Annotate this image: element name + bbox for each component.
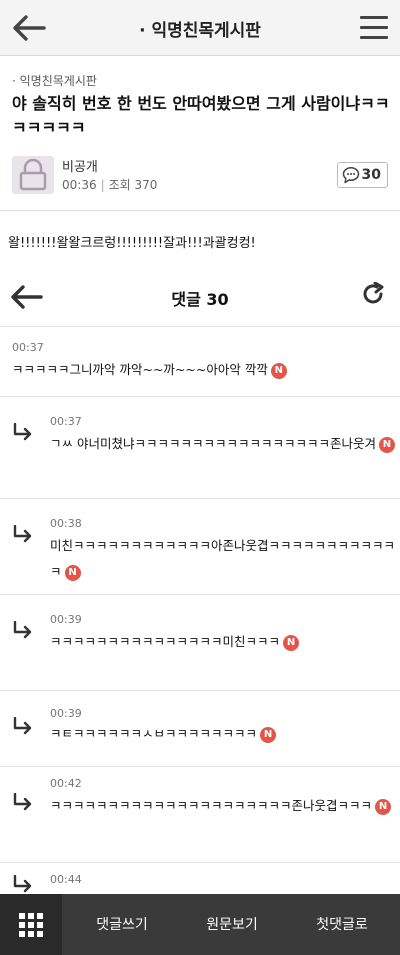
first-comment-button[interactable]: 첫댓글로 xyxy=(292,914,392,934)
reply-item: 00:39 ㅋㅌㅋㅋㅋㅋㅋㅋㅅㅂㅋㅋㅋㅋㅋㅋㅋㅋ N xyxy=(0,690,400,762)
reply-arrow-icon xyxy=(13,793,32,811)
comment-text: ㅋㅋㅋㅋㅋㅋㅋㅋㅋㅋㅋㅋㅋㅋㅋㅋㅋㅋㅋㅋㅋ존나웃겹ㅋㅋㅋ N xyxy=(50,793,400,819)
new-badge: N xyxy=(270,362,287,379)
reply-arrow-icon xyxy=(13,717,32,735)
comment-text: ㅋㅋㅋㅋㅋ그니까악 까악~~까~~~아아악 깍깍 N xyxy=(12,357,362,383)
comment-text: 미친ㅋㅋㅋㅋㅋㅋㅋㅋㅋㅋㅋㅋ아존나웃겹ㅋㅋㅋㅋㅋㅋㅋㅋㅋㅋㅋㅋ N xyxy=(50,538,396,581)
reply-arrow-icon xyxy=(13,423,32,441)
page-title: · 익명친목게시판 xyxy=(139,21,261,41)
comment-text: ㅋㅋㅋㅋㅋㅋㅋㅋㅋㅋㅋㅋㅋㅋㅋ미친ㅋㅋㅋ N xyxy=(50,629,400,655)
lock-avatar-icon xyxy=(12,156,54,194)
new-badge: N xyxy=(260,726,277,743)
comment-text: ㅋㅌㅋㅋㅋㅋㅋㅋㅅㅂㅋㅋㅋㅋㅋㅋㅋㅋ N xyxy=(50,721,400,747)
view-count: 조회 370 xyxy=(108,178,158,192)
reply-item: 00:37 ㄱㅆ 야너미쳤냐ㅋㅋㅋㅋㅋㅋㅋㅋㅋㅋㅋㅋㅋㅋㅋㅋㅋ존나웃겨 N xyxy=(0,396,400,492)
grid-menu-icon[interactable] xyxy=(0,894,62,955)
top-bar: · 익명친목게시판 xyxy=(0,0,400,56)
reply-arrow-icon xyxy=(13,621,32,639)
reply-item: 00:39 ㅋㅋㅋㅋㅋㅋㅋㅋㅋㅋㅋㅋㅋㅋㅋ미친ㅋㅋㅋ N xyxy=(0,594,400,684)
comment-time: 00:44 xyxy=(50,873,82,886)
reply-arrow-icon xyxy=(13,875,32,893)
view-original-button[interactable]: 원문보기 xyxy=(182,914,282,934)
author-row: 비공개 00:36 | 조회 370 30 xyxy=(12,156,388,196)
new-badge: N xyxy=(375,798,392,815)
comment-time: 00:38 xyxy=(50,517,82,530)
comments-title: 댓글 30 xyxy=(171,290,229,309)
reply-arrow-icon xyxy=(13,525,32,543)
author-name: 비공개 xyxy=(62,160,98,175)
reply-item: 00:42 ㅋㅋㅋㅋㅋㅋㅋㅋㅋㅋㅋㅋㅋㅋㅋㅋㅋㅋㅋㅋㅋ존나웃겹ㅋㅋㅋ N xyxy=(0,766,400,856)
post-meta: 00:36 | 조회 370 xyxy=(62,178,158,192)
comment-item: 00:37 ㅋㅋㅋㅋㅋ그니까악 까악~~까~~~아아악 깍깍 N xyxy=(0,326,400,384)
comment-time: 00:39 xyxy=(50,613,82,626)
hamburger-menu-icon[interactable] xyxy=(360,16,388,40)
post-body: 왈!!!!!!!왈왈크르렁!!!!!!!!!잘과!!!과괄컹컹! xyxy=(8,236,256,251)
comments-header: 댓글 30 xyxy=(0,266,400,326)
board-name[interactable]: · 익명친목게시판 xyxy=(12,72,97,89)
comment-time: 00:39 xyxy=(50,707,82,720)
comment-text: ㄱㅆ 야너미쳤냐ㅋㅋㅋㅋㅋㅋㅋㅋㅋㅋㅋㅋㅋㅋㅋㅋㅋ존나웃겨 N xyxy=(50,431,400,457)
comment-count-button[interactable]: 30 xyxy=(336,162,388,188)
new-badge: N xyxy=(378,436,395,453)
new-badge: N xyxy=(283,634,300,651)
comment-time: 00:42 xyxy=(50,777,82,790)
comment-time: 00:37 xyxy=(12,341,44,354)
post-title: 야 솔직히 번호 한 번도 안따여봤으면 그게 사람이냐ㅋㅋㅋㅋㅋㅋㅋ xyxy=(12,94,390,137)
comments-list: 00:37 ㅋㅋㅋㅋㅋ그니까악 까악~~까~~~아아악 깍깍 N 00:37 ㄱㅆ… xyxy=(0,326,400,894)
new-badge: N xyxy=(64,564,81,581)
bottom-toolbar: 댓글쓰기 원문보기 첫댓글로 xyxy=(0,894,400,955)
reply-item: 00:38 미친ㅋㅋㅋㅋㅋㅋㅋㅋㅋㅋㅋㅋ아존나웃겹ㅋㅋㅋㅋㅋㅋㅋㅋㅋㅋㅋㅋ N xyxy=(0,498,400,588)
comment-time: 00:37 xyxy=(50,415,82,428)
speech-bubble-icon xyxy=(342,167,359,184)
comment-count: 30 xyxy=(361,167,381,183)
post-divider xyxy=(0,210,400,211)
refresh-icon[interactable] xyxy=(362,282,386,310)
write-comment-button[interactable]: 댓글쓰기 xyxy=(72,914,172,934)
post-time: 00:36 xyxy=(62,178,97,192)
reply-item: 00:44 xyxy=(0,862,400,894)
